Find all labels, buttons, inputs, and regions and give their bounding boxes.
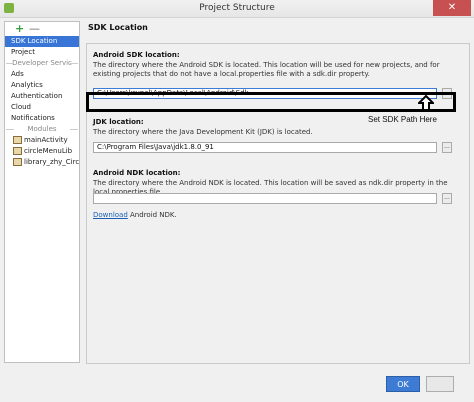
window-title: Project Structure — [199, 3, 275, 13]
sidebar-item-analytics[interactable]: Analytics — [5, 80, 79, 91]
close-button[interactable]: ✕ — [433, 0, 471, 16]
sidebar-item-project[interactable]: Project — [5, 47, 79, 58]
sidebar-item-ads[interactable]: Ads — [5, 69, 79, 80]
sidebar-item-cloud[interactable]: Cloud — [5, 102, 79, 113]
add-icon[interactable]: + — [15, 22, 24, 36]
sidebar-item-module[interactable]: circleMenuLib — [5, 146, 79, 157]
annotation-text: Set SDK Path Here — [368, 115, 437, 124]
project-structure-window: Project Structure ✕ + — SDK Location Pro… — [0, 0, 474, 402]
jdk-description: The directory where the Java Development… — [93, 128, 313, 136]
cancel-button[interactable] — [426, 376, 454, 392]
module-folder-icon — [13, 136, 22, 144]
remove-icon[interactable]: — — [29, 22, 40, 36]
dialog-footer: OK — [0, 366, 474, 402]
title-bar: Project Structure ✕ — [0, 0, 474, 18]
sidebar-item-module[interactable]: mainActivity — [5, 135, 79, 146]
content-panel: SDK Location Android SDK location: The d… — [82, 17, 472, 364]
android-ndk-label: Android NDK location: — [93, 169, 181, 177]
sidebar-item-authentication[interactable]: Authentication — [5, 91, 79, 102]
jdk-browse-button[interactable]: ... — [442, 142, 452, 153]
module-folder-icon — [13, 158, 22, 166]
download-ndk-link[interactable]: Download — [93, 211, 128, 219]
module-label: library_zhy_Circle — [24, 158, 80, 166]
android-ndk-browse-button[interactable]: ... — [442, 193, 452, 204]
android-sdk-label: Android SDK location: — [93, 51, 180, 59]
download-ndk-suffix: Android NDK. — [127, 211, 177, 219]
module-label: circleMenuLib — [24, 147, 73, 155]
left-panel-toolbar: + — — [5, 22, 79, 36]
module-folder-icon — [13, 147, 22, 155]
sidebar-item-notifications[interactable]: Notifications — [5, 113, 79, 124]
jdk-path-input[interactable]: C:\Program Files\Java\jdk1.8.0_91 — [93, 142, 437, 153]
sdk-path-highlight-box — [86, 92, 456, 112]
section-title: SDK Location — [88, 23, 148, 32]
sidebar-item-sdk-location[interactable]: SDK Location — [5, 36, 79, 47]
module-label: mainActivity — [24, 136, 68, 144]
ndk-download-line: Download Android NDK. — [93, 211, 453, 220]
ok-button[interactable]: OK — [386, 376, 420, 392]
developer-services-header: Developer Servic — [5, 58, 79, 69]
sidebar-item-module[interactable]: library_zhy_Circle — [5, 157, 79, 168]
up-arrow-icon — [418, 95, 434, 111]
android-sdk-description: The directory where the Android SDK is l… — [93, 61, 440, 78]
jdk-label: JDK location: — [93, 118, 144, 126]
modules-header: Modules — [5, 124, 79, 135]
android-ndk-path-input[interactable] — [93, 193, 437, 204]
left-panel: + — SDK Location Project Developer Servi… — [4, 21, 80, 363]
